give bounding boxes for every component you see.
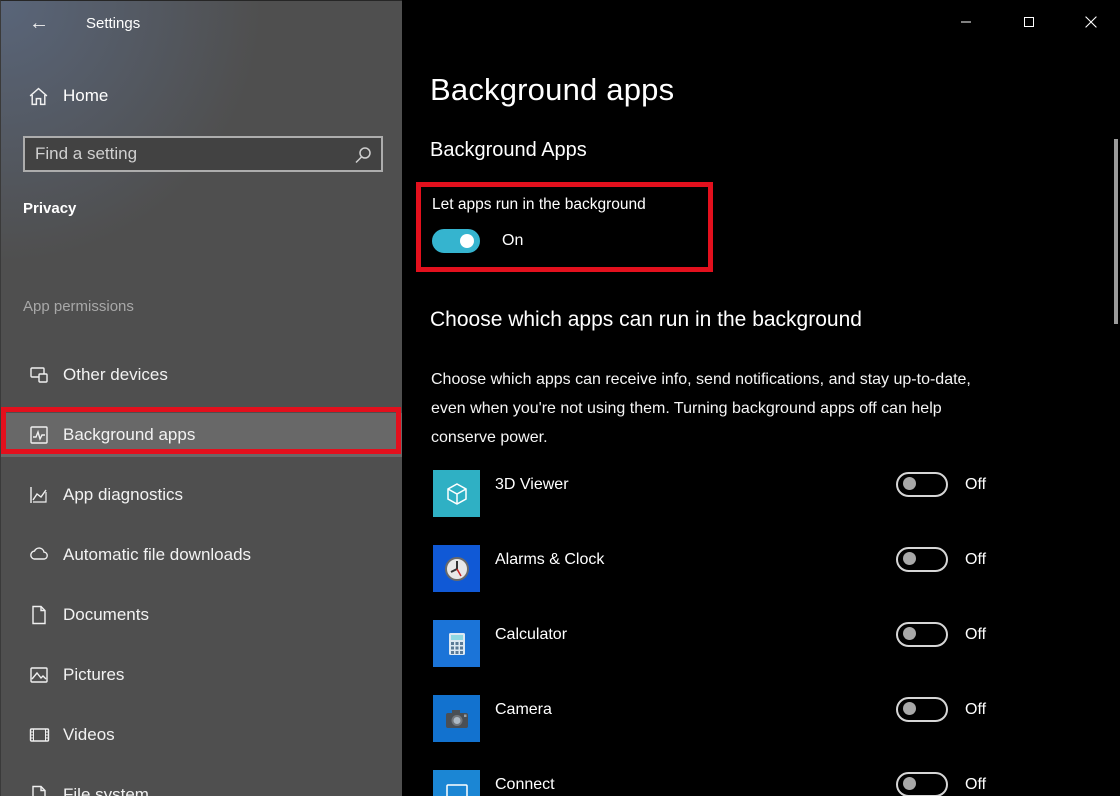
master-toggle-row: On	[432, 229, 480, 253]
sidebar-item-label: File system	[63, 785, 149, 796]
apps-description: Choose which apps can receive info, send…	[431, 365, 1006, 452]
master-toggle-state: On	[502, 232, 523, 250]
app-row-3d-viewer: 3D Viewer Off	[402, 470, 1120, 545]
app-name: Alarms & Clock	[495, 551, 604, 569]
background-apps-master-toggle[interactable]	[432, 229, 480, 253]
sidebar-item-label: App diagnostics	[63, 485, 183, 505]
content-pane: Background apps Background Apps Let apps…	[402, 0, 1120, 796]
sidebar-item-automatic-file-downloads[interactable]: Automatic file downloads	[1, 533, 403, 577]
toggle-knob	[460, 234, 474, 248]
app-row-calculator: Calculator Off	[402, 620, 1120, 695]
sidebar-item-other-devices[interactable]: Other devices	[1, 353, 403, 397]
app-toggle-state: Off	[965, 626, 986, 644]
minimize-button[interactable]	[937, 0, 995, 44]
window-controls	[937, 0, 1120, 44]
3d-viewer-toggle[interactable]	[896, 472, 948, 497]
file-icon	[28, 784, 50, 796]
privacy-heading: Privacy	[23, 200, 76, 217]
calculator-icon	[442, 629, 472, 659]
sidebar-item-app-diagnostics[interactable]: App diagnostics	[1, 473, 403, 517]
sidebar-item-label: Documents	[63, 605, 149, 625]
sidebar-item-home[interactable]: Home	[1, 77, 403, 117]
back-button[interactable]: ←	[23, 9, 55, 37]
app-name: 3D Viewer	[495, 476, 569, 494]
app-row-camera: Camera Off	[402, 695, 1120, 770]
sidebar-item-pictures[interactable]: Pictures	[1, 653, 403, 697]
3d-viewer-tile	[433, 470, 480, 517]
sidebar-item-file-system[interactable]: File system	[1, 773, 403, 796]
apps-heading: Choose which apps can run in the backgro…	[430, 308, 862, 332]
search-icon[interactable]	[353, 145, 373, 170]
app-name: Camera	[495, 701, 552, 719]
app-toggle-state: Off	[965, 551, 986, 569]
settings-sidebar: ← Settings Home Privacy App permissions	[0, 0, 402, 796]
search-input[interactable]	[25, 138, 381, 170]
toggle-knob	[903, 702, 916, 715]
toggle-knob	[903, 777, 916, 790]
sidebar-item-label: Automatic file downloads	[63, 545, 251, 565]
toggle-knob	[903, 627, 916, 640]
toggle-knob	[903, 477, 916, 490]
camera-icon	[441, 703, 473, 735]
diagnostics-icon	[28, 484, 50, 506]
sidebar-item-label: Pictures	[63, 665, 124, 685]
app-name: Calculator	[495, 626, 567, 644]
toggle-knob	[903, 552, 916, 565]
connect-toggle[interactable]	[896, 772, 948, 796]
cube-icon	[442, 479, 472, 509]
app-row-connect: Connect Off	[402, 770, 1120, 796]
window-title: Settings	[86, 15, 140, 32]
sidebar-item-label: Other devices	[63, 365, 168, 385]
section-heading: Background Apps	[430, 139, 587, 162]
sidebar-item-documents[interactable]: Documents	[1, 593, 403, 637]
calculator-tile	[433, 620, 480, 667]
cast-icon	[442, 779, 472, 796]
picture-icon	[28, 664, 50, 686]
clock-icon	[441, 553, 473, 585]
page-title: Background apps	[430, 72, 674, 108]
sidebar-nav-list: Other devices Background apps App diagno…	[1, 353, 403, 796]
alarms-clock-tile	[433, 545, 480, 592]
app-toggle-state: Off	[965, 776, 986, 794]
close-button[interactable]	[1062, 0, 1120, 44]
home-icon	[28, 86, 49, 107]
alarms-clock-toggle[interactable]	[896, 547, 948, 572]
sidebar-item-videos[interactable]: Videos	[1, 713, 403, 757]
document-icon	[28, 604, 50, 626]
video-icon	[28, 724, 51, 746]
app-list: 3D Viewer Off Alarms & Clock Off	[402, 470, 1120, 796]
cloud-icon	[28, 544, 51, 566]
scrollbar-track	[1113, 0, 1118, 796]
scrollbar-thumb[interactable]	[1114, 139, 1118, 324]
search-box	[23, 136, 383, 172]
app-toggle-state: Off	[965, 476, 986, 494]
sidebar-item-label: Videos	[63, 725, 115, 745]
sidebar-item-label: Background apps	[63, 425, 195, 445]
camera-tile	[433, 695, 480, 742]
app-row-alarms-clock: Alarms & Clock Off	[402, 545, 1120, 620]
app-toggle-state: Off	[965, 701, 986, 719]
background-apps-icon	[28, 424, 50, 446]
calculator-toggle[interactable]	[896, 622, 948, 647]
camera-toggle[interactable]	[896, 697, 948, 722]
connect-tile	[433, 770, 480, 796]
app-permissions-label: App permissions	[23, 298, 134, 315]
master-toggle-label: Let apps run in the background	[432, 196, 646, 214]
app-name: Connect	[495, 776, 555, 794]
sidebar-item-label: Home	[63, 86, 108, 106]
maximize-button[interactable]	[1000, 0, 1058, 44]
sidebar-item-background-apps[interactable]: Background apps	[1, 413, 403, 457]
devices-icon	[28, 364, 50, 386]
